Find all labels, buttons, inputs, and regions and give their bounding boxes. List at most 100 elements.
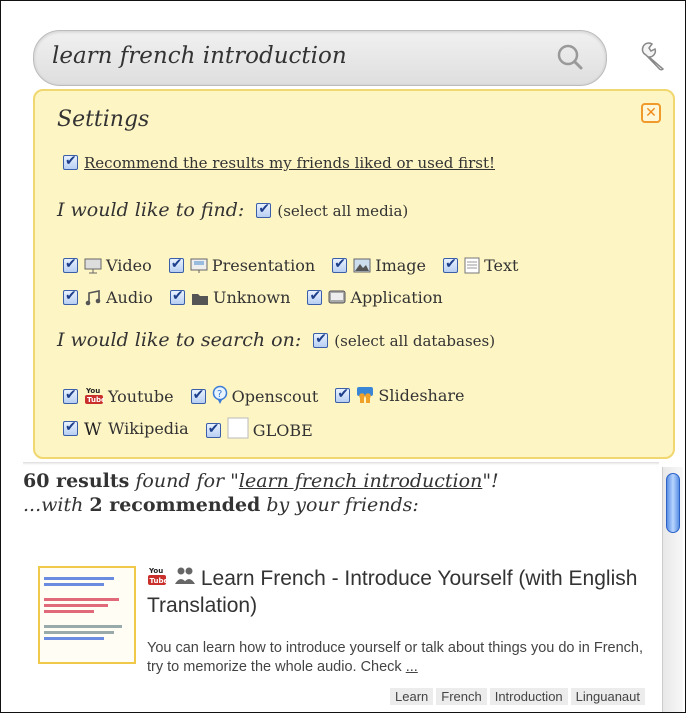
tag[interactable]: Learn	[390, 688, 434, 705]
find-heading: I would like to find:	[57, 199, 245, 221]
slideshare-checkbox[interactable]	[335, 386, 351, 403]
close-icon[interactable]: ✕	[641, 103, 661, 123]
slideshare-icon	[357, 387, 374, 403]
youtube-icon: YouTube	[85, 387, 104, 404]
result-title[interactable]: Learn French - Introduce Yourself (with …	[147, 567, 637, 617]
recommend-option[interactable]: Recommend the results my friends liked o…	[63, 153, 495, 172]
database-wikipedia[interactable]: W Wikipedia	[63, 419, 189, 438]
youtube-icon: You Tube	[148, 567, 169, 585]
video-checkbox[interactable]	[63, 256, 78, 273]
youtube-label: Youtube	[108, 387, 174, 406]
globe-icon	[227, 417, 249, 439]
folder-icon	[191, 294, 208, 305]
media-unknown[interactable]: Unknown	[169, 288, 291, 307]
presentation-checkbox[interactable]	[168, 256, 184, 273]
media-row-2: Audio Unknown Application	[63, 287, 455, 307]
results-summary: 60 results found for "learn french intro…	[23, 469, 499, 517]
presentation-icon	[190, 258, 208, 273]
search-input[interactable]: learn french introduction	[52, 43, 347, 69]
results-recommended: 2 recommended	[89, 494, 261, 516]
database-row-2: W Wikipedia GLOBE	[63, 417, 325, 440]
svg-text:You: You	[85, 387, 100, 395]
audio-checkbox[interactable]	[63, 288, 78, 305]
image-checkbox[interactable]	[332, 256, 348, 273]
result-description-text: You can learn how to introduce yourself …	[147, 640, 643, 675]
media-text[interactable]: Text	[443, 256, 518, 275]
audio-icon	[85, 290, 101, 306]
unknown-label: Unknown	[212, 288, 291, 307]
text-icon	[464, 257, 480, 274]
search-on-heading: I would like to search on:	[57, 329, 302, 351]
search-icon[interactable]	[556, 43, 584, 71]
result-more-link[interactable]: ...	[406, 659, 418, 675]
database-openscout[interactable]: ? Openscout	[190, 385, 319, 406]
results-scrollbar[interactable]	[662, 467, 683, 712]
audio-label: Audio	[106, 288, 153, 307]
results-count: 60 results	[23, 470, 130, 492]
application-icon	[328, 290, 346, 304]
svg-text:You: You	[148, 567, 163, 575]
select-all-databases-label: (select all databases)	[334, 332, 496, 350]
svg-text:W: W	[84, 421, 102, 437]
media-presentation[interactable]: Presentation	[168, 256, 315, 275]
result-thumbnail[interactable]	[38, 566, 136, 664]
select-all-media-label: (select all media)	[277, 202, 409, 220]
text-checkbox[interactable]	[443, 256, 459, 273]
media-row-1: Video Presentation Image Text	[63, 255, 530, 275]
wikipedia-icon: W	[84, 421, 102, 437]
select-all-media-checkbox[interactable]	[256, 201, 272, 218]
image-label: Image	[375, 256, 426, 275]
svg-text:?: ?	[217, 389, 222, 400]
search-bar[interactable]: learn french introduction	[33, 30, 607, 86]
youtube-checkbox[interactable]	[63, 387, 78, 404]
openscout-label: Openscout	[231, 387, 319, 406]
settings-panel: Settings ✕ Recommend the results my frie…	[33, 89, 675, 459]
svg-text:Tube: Tube	[150, 577, 168, 585]
results-summary-line-2: ...with 2 recommended by your friends:	[23, 493, 499, 517]
settings-title: Settings	[57, 107, 150, 132]
database-row-1: YouTubeYoutube ?Openscout Slideshare	[63, 385, 477, 406]
result-description: You can learn how to introduce yourself …	[147, 639, 645, 677]
tag[interactable]: Linguanaut	[570, 688, 645, 705]
results-query-link[interactable]: learn french introduction	[239, 470, 482, 492]
media-application[interactable]: Application	[307, 288, 443, 307]
image-icon	[353, 258, 371, 273]
find-heading-row: I would like to find: (select all media)	[57, 199, 408, 221]
text-label: Text	[484, 256, 519, 275]
media-audio[interactable]: Audio	[63, 288, 153, 307]
database-youtube[interactable]: YouTubeYoutube	[63, 385, 174, 406]
svg-text:Tube: Tube	[87, 396, 104, 404]
media-image[interactable]: Image	[332, 256, 426, 275]
select-all-databases-checkbox[interactable]	[313, 331, 329, 348]
results-line2-post: by your friends:	[260, 494, 419, 516]
results-found-for: found for "	[129, 470, 239, 492]
database-globe[interactable]: GLOBE	[205, 417, 313, 440]
openscout-icon: ?	[212, 385, 227, 404]
app-window: learn french introduction Settings ✕ Rec…	[0, 0, 686, 713]
globe-checkbox[interactable]	[205, 421, 221, 438]
friends-icon	[174, 567, 195, 584]
search-on-heading-row: I would like to search on: (select all d…	[57, 329, 495, 351]
results-summary-line-1: 60 results found for "learn french intro…	[23, 469, 499, 493]
wikipedia-label: Wikipedia	[108, 419, 189, 438]
result-tags: Learn French Introduction Linguanaut	[387, 688, 645, 705]
video-label: Video	[106, 256, 152, 275]
wrench-icon[interactable]	[637, 39, 671, 73]
results-divider	[23, 462, 659, 465]
globe-label: GLOBE	[252, 421, 313, 440]
recommend-label[interactable]: Recommend the results my friends liked o…	[84, 154, 495, 172]
slideshare-label: Slideshare	[378, 386, 465, 405]
unknown-checkbox[interactable]	[169, 288, 185, 305]
tag[interactable]: Introduction	[489, 688, 568, 705]
wikipedia-checkbox[interactable]	[63, 419, 78, 436]
media-video[interactable]: Video	[63, 256, 152, 275]
tag[interactable]: French	[436, 688, 487, 705]
scrollbar-thumb[interactable]	[666, 473, 680, 533]
results-line2-pre: ...with	[23, 494, 90, 516]
openscout-checkbox[interactable]	[190, 387, 206, 404]
application-label: Application	[350, 288, 443, 307]
application-checkbox[interactable]	[307, 288, 323, 305]
result-item[interactable]: You Tube Learn French - Introduce Yoursel…	[147, 565, 647, 619]
database-slideshare[interactable]: Slideshare	[335, 386, 465, 405]
recommend-checkbox[interactable]	[63, 153, 78, 170]
